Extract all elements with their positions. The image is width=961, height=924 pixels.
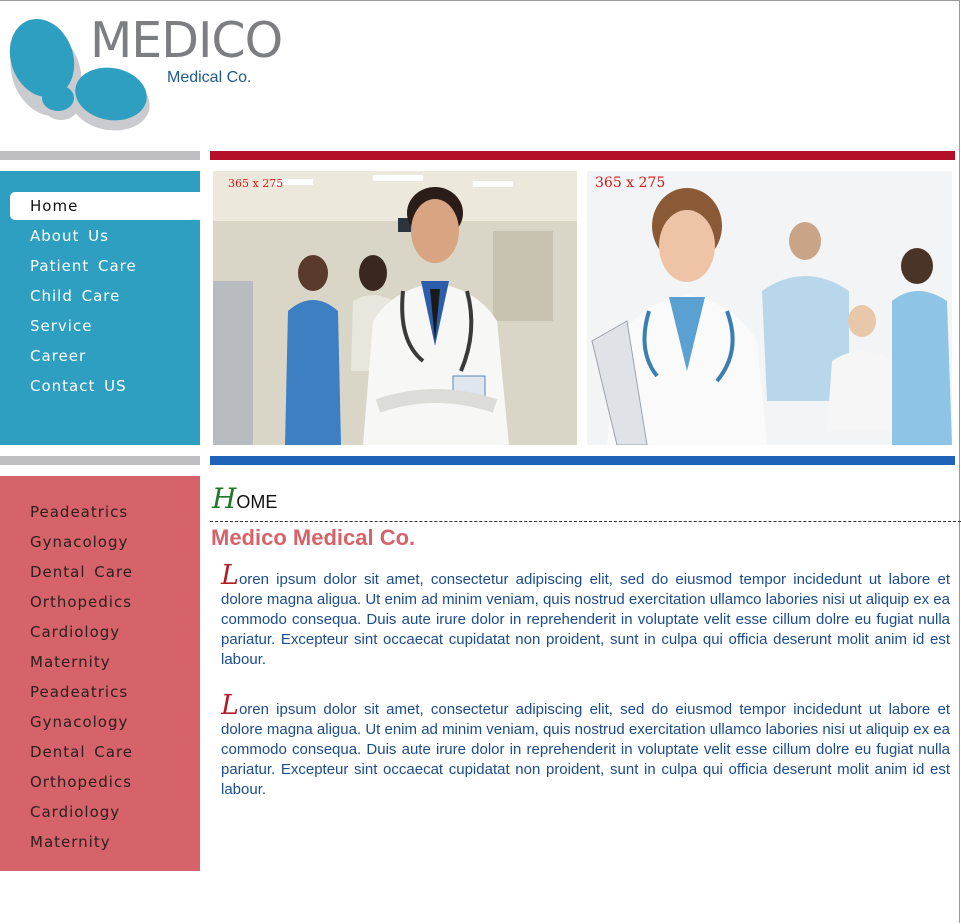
paragraph-text: oren ipsum dolor sit amet, consectetur a… <box>221 571 950 668</box>
dept-item-orthopedics[interactable]: Orthopedics <box>30 590 132 614</box>
heading-rule <box>210 521 961 522</box>
paragraph-drop-cap: L <box>221 690 239 721</box>
dept-item-cardiology-2[interactable]: Cardiology <box>30 800 120 824</box>
page-heading: HOME <box>212 482 277 515</box>
image-size-label: 365 x 275 <box>228 177 284 190</box>
divider-gray-bottom <box>0 456 200 465</box>
nav-item-patient-care[interactable]: Patient Care <box>10 252 200 280</box>
dept-item-orthopedics-2[interactable]: Orthopedics <box>30 770 132 794</box>
divider-blue <box>210 456 955 465</box>
nav-item-service[interactable]: Service <box>10 312 200 340</box>
nav-item-contact-us[interactable]: Contact US <box>10 372 200 400</box>
nav-item-home[interactable]: Home <box>10 192 200 220</box>
logo-title: MEDICO <box>90 12 283 69</box>
department-nav: Peadeatrics Gynacology Dental Care Ortho… <box>0 476 200 871</box>
dept-item-cardiology[interactable]: Cardiology <box>30 620 120 644</box>
doctor-photo-illustration <box>213 171 577 445</box>
dept-item-dental-care[interactable]: Dental Care <box>30 560 133 584</box>
heading-text: OME <box>236 492 278 512</box>
hero-photo-nurse: 365 x 275 <box>587 171 952 445</box>
intro-paragraph-2: Loren ipsum dolor sit amet, consectetur … <box>221 692 950 800</box>
dept-item-maternity-2[interactable]: Maternity <box>30 830 111 854</box>
site-logo[interactable]: MEDICO Medical Co. <box>8 12 283 132</box>
nav-item-career[interactable]: Career <box>10 342 200 370</box>
paragraph-drop-cap: L <box>221 560 239 591</box>
nurse-photo-illustration <box>587 171 952 445</box>
nav-item-about-us[interactable]: About Us <box>10 222 200 250</box>
divider-gray-top <box>0 151 200 160</box>
intro-paragraph-1: Loren ipsum dolor sit amet, consectetur … <box>221 562 950 670</box>
image-size-label: 365 x 275 <box>595 175 666 191</box>
paragraph-text: oren ipsum dolor sit amet, consectetur a… <box>221 701 950 798</box>
dept-item-gynacology[interactable]: Gynacology <box>30 530 128 554</box>
hero-photo-doctor: 365 x 275 <box>213 171 577 445</box>
divider-red <box>210 151 955 160</box>
nav-item-child-care[interactable]: Child Care <box>10 282 200 310</box>
main-nav: Home About Us Patient Care Child Care Se… <box>0 171 200 445</box>
dept-item-dental-care-2[interactable]: Dental Care <box>30 740 133 764</box>
company-title: Medico Medical Co. <box>211 525 416 550</box>
logo-subtitle: Medical Co. <box>167 69 252 86</box>
heading-drop-cap: H <box>212 482 237 515</box>
dept-item-maternity[interactable]: Maternity <box>30 650 111 674</box>
dept-item-gynacology-2[interactable]: Gynacology <box>30 710 128 734</box>
dept-item-peadeatrics-2[interactable]: Peadeatrics <box>30 680 128 704</box>
dept-item-peadeatrics[interactable]: Peadeatrics <box>30 500 128 524</box>
